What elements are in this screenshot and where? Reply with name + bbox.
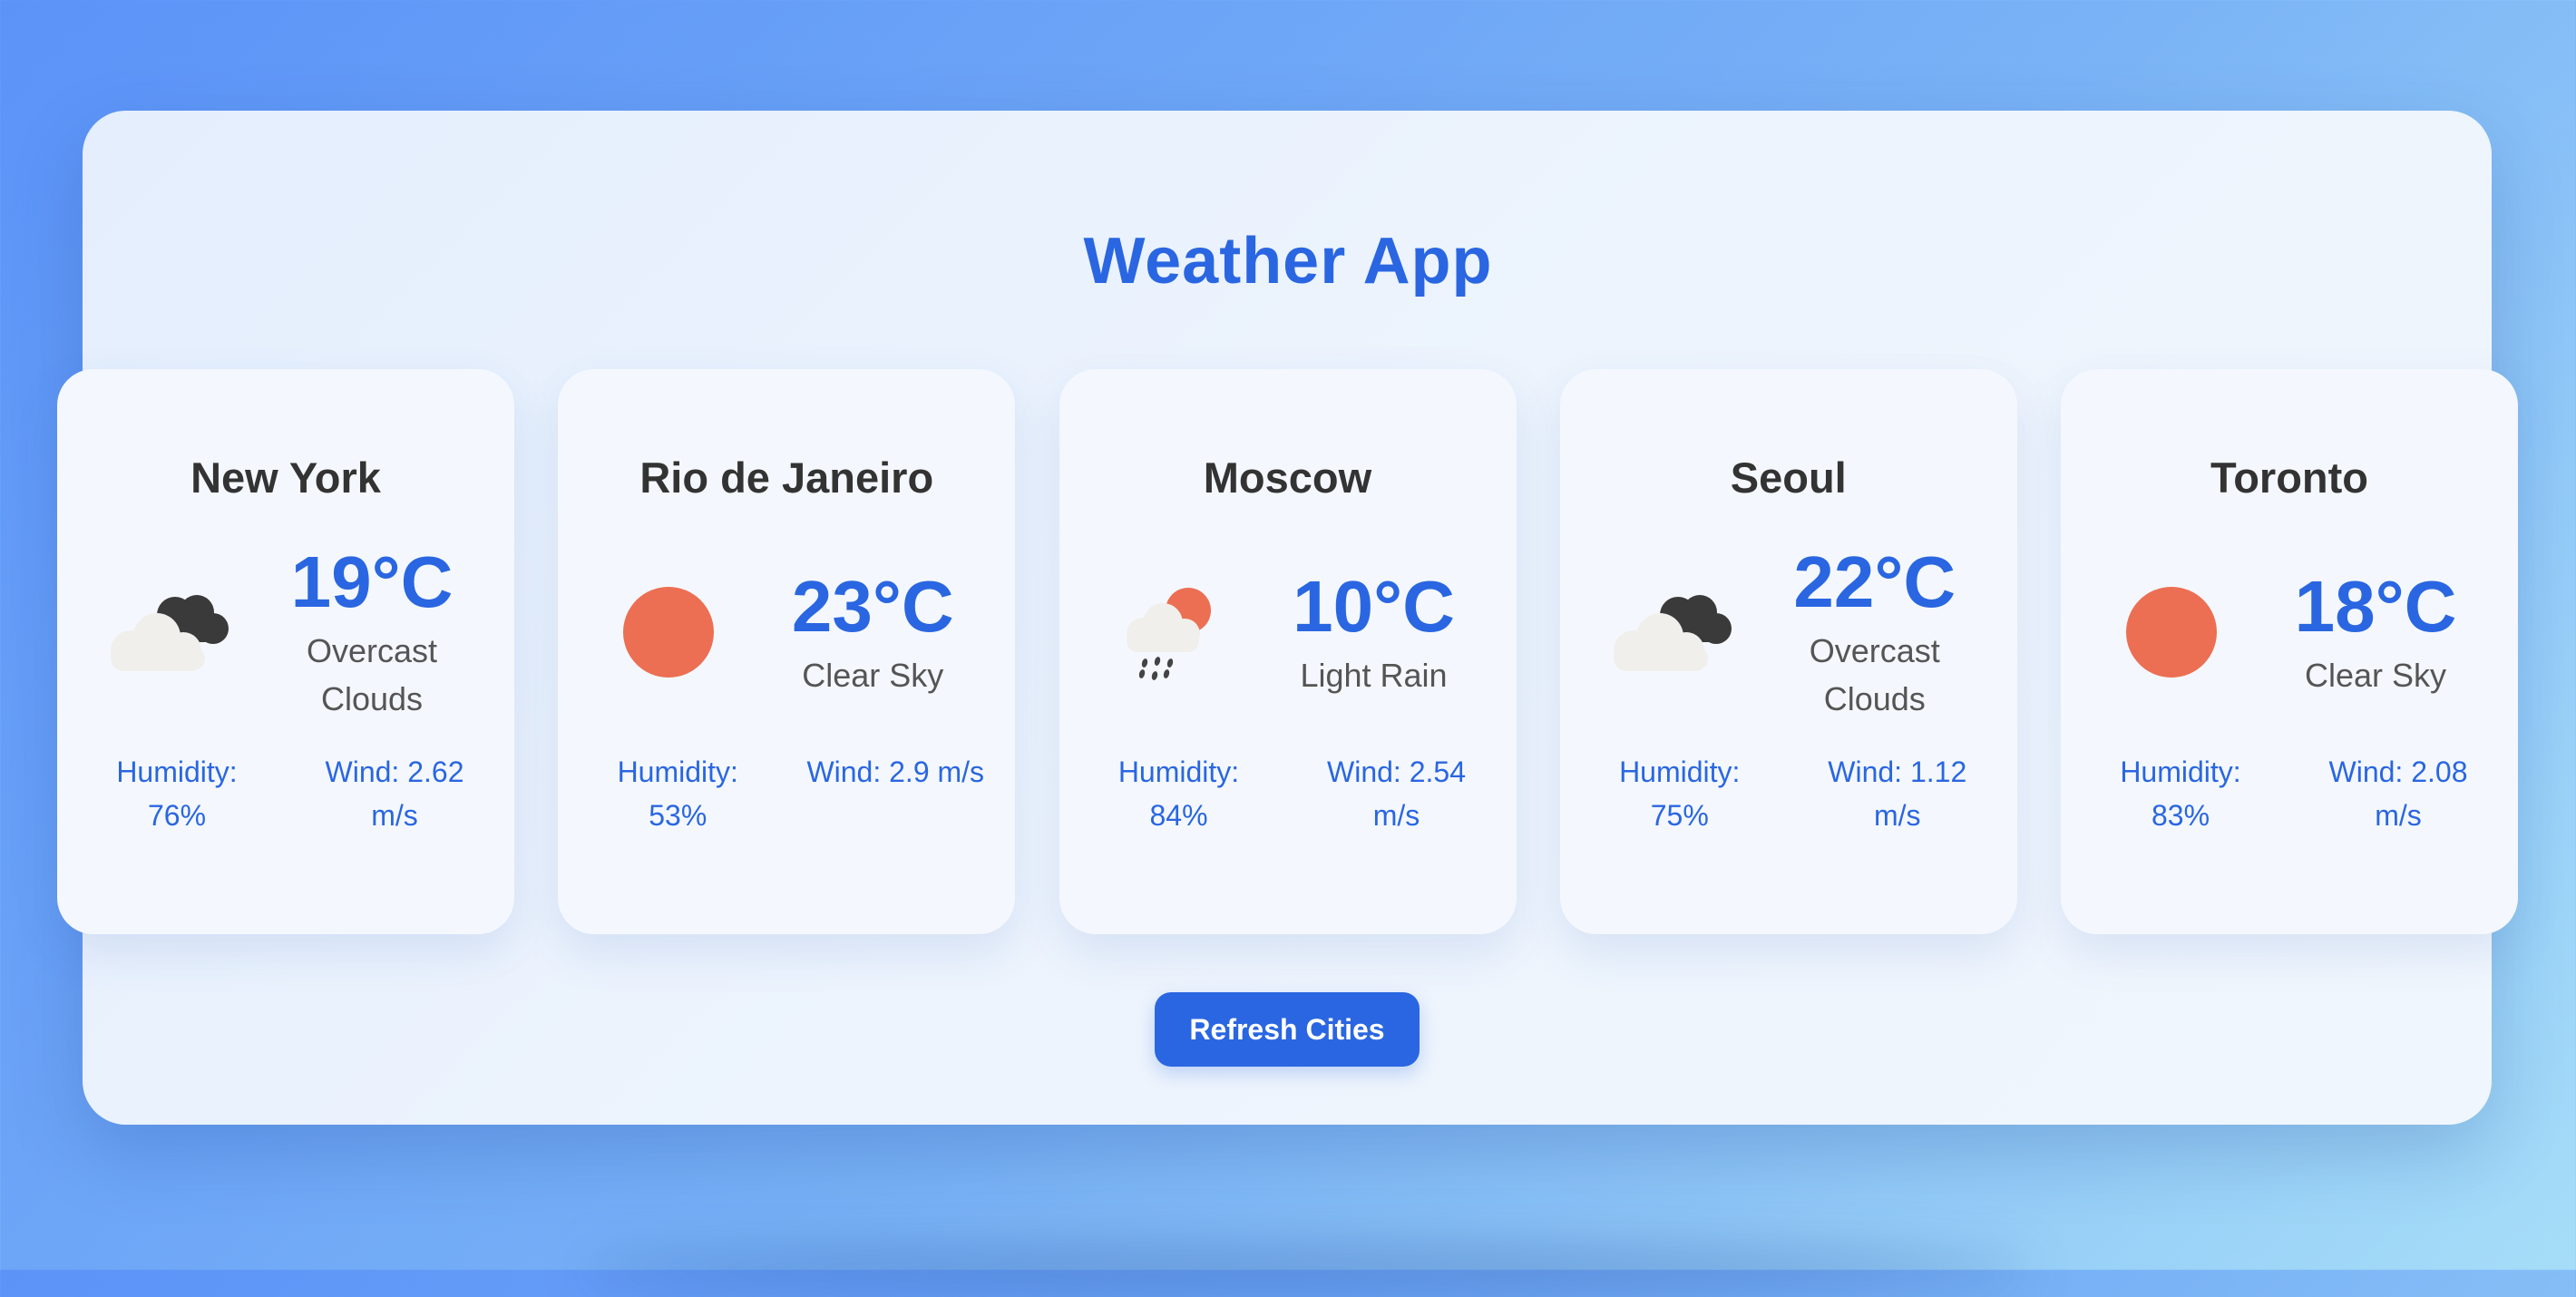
page-title: Weather App [1083,225,1493,297]
city-name: New York [190,453,381,502]
weather-main: 18°C Clear Sky [2094,541,2484,723]
background-shadow [581,1243,2032,1297]
city-card: Moscow 10°C Light Rain Humidity: 84% Win… [1059,369,1517,934]
sun-icon [2094,555,2249,709]
humidity: Humidity: 53% [617,756,738,832]
temperature: 22°C [1793,541,1956,622]
weather-stats: Humidity: 53% Wind: 2.9 m/s [587,750,986,837]
wind: Wind: 2.54 m/s [1327,756,1466,832]
weather-main: 19°C Overcast Clouds [91,541,481,723]
wind: Wind: 2.08 m/s [2328,756,2468,832]
temperature: 19°C [290,541,454,622]
temperature: 23°C [791,565,954,647]
wind: Wind: 1.12 m/s [1828,756,1967,832]
humidity: Humidity: 83% [2120,756,2241,832]
temperature: 18°C [2294,565,2457,647]
city-name: Toronto [2210,453,2368,502]
condition: Light Rain [1300,656,1448,694]
condition: Clear Sky [802,656,944,694]
temperature-block: 23°C Clear Sky [764,566,981,699]
weather-main: 23°C Clear Sky [591,541,981,723]
city-card: Toronto 18°C Clear Sky Humidity: 83% Win… [2061,369,2518,934]
overcast-clouds-icon [1594,555,1748,709]
city-cards: New York 19°C Overcast Clouds Humidity: … [57,369,2518,934]
refresh-cities-button[interactable]: Refresh Cities [1155,992,1420,1067]
wind: Wind: 2.9 m/s [806,756,985,788]
humidity: Humidity: 75% [1619,756,1741,832]
city-card: New York 19°C Overcast Clouds Humidity: … [57,369,514,934]
temperature-block: 18°C Clear Sky [2267,566,2484,699]
humidity: Humidity: 84% [1117,756,1240,832]
humidity: Humidity: 76% [116,756,238,832]
city-name: Rio de Janeiro [639,453,934,502]
light-rain-icon [1093,555,1247,709]
temperature-block: 10°C Light Rain [1265,566,1483,699]
weather-main: 22°C Overcast Clouds [1594,541,1984,723]
temperature: 10°C [1293,565,1455,647]
temperature-block: 22°C Overcast Clouds [1766,541,1984,723]
city-card: Rio de Janeiro 23°C Clear Sky Humidity: … [558,369,1016,934]
overcast-clouds-icon [91,555,245,709]
temperature-block: 19°C Overcast Clouds [263,541,481,723]
weather-stats: Humidity: 84% Wind: 2.54 m/s [1088,750,1488,837]
city-name: Moscow [1203,453,1372,502]
city-card: Seoul 22°C Overcast Clouds Humidity: 75%… [1559,369,2017,934]
condition: Overcast Clouds [306,632,438,717]
weather-stats: Humidity: 76% Wind: 2.62 m/s [86,750,485,837]
condition: Overcast Clouds [1809,632,1940,717]
condition: Clear Sky [2304,656,2447,694]
weather-stats: Humidity: 83% Wind: 2.08 m/s [2090,750,2489,837]
weather-stats: Humidity: 75% Wind: 1.12 m/s [1589,750,1988,837]
wind: Wind: 2.62 m/s [325,756,464,832]
city-name: Seoul [1730,453,1847,502]
sun-icon [591,555,746,709]
weather-main: 10°C Light Rain [1093,541,1483,723]
